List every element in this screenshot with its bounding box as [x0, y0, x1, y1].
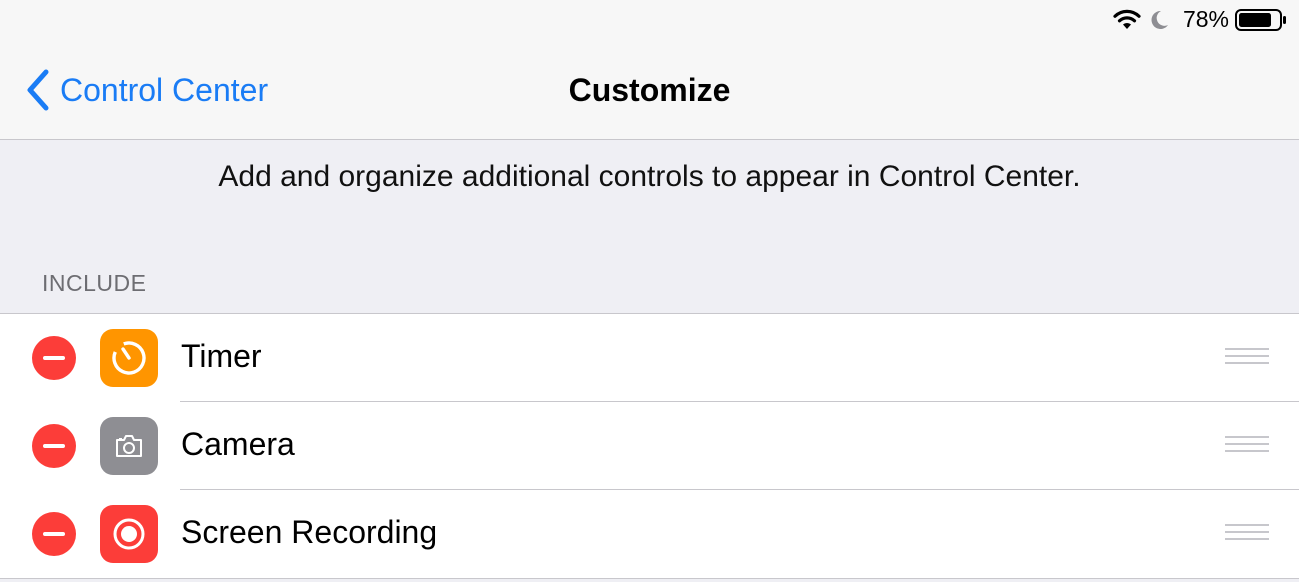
reorder-handle[interactable] — [1225, 436, 1269, 456]
battery-icon — [1235, 9, 1286, 31]
list-item-label: Timer — [181, 338, 262, 374]
moon-icon — [1151, 10, 1168, 29]
list-item-timer: Timer — [0, 314, 1299, 402]
page-title: Customize — [568, 72, 731, 108]
header: 78% Control Center Customize — [0, 0, 1299, 140]
list-item-label: Screen Recording — [181, 514, 438, 550]
navigation-bar: Control Center Customize — [0, 52, 1299, 130]
list-item-camera: Camera — [0, 402, 1299, 490]
section-header-include: INCLUDE — [42, 270, 147, 296]
reorder-handle[interactable] — [1225, 348, 1269, 368]
reorder-handle[interactable] — [1225, 524, 1269, 544]
remove-button[interactable] — [32, 424, 76, 468]
screen-recording-icon — [100, 505, 158, 563]
battery-percent: 78% — [1182, 6, 1229, 32]
status-bar: 78% — [899, 0, 1299, 40]
remove-button[interactable] — [32, 336, 76, 380]
list-item-screen-recording: Screen Recording — [0, 490, 1299, 578]
list-item-label: Camera — [181, 426, 295, 462]
timer-icon — [100, 329, 158, 387]
remove-button[interactable] — [32, 512, 76, 556]
camera-icon — [100, 417, 158, 475]
include-list: Timer Camera Screen Recording — [0, 313, 1299, 579]
wifi-icon — [1113, 9, 1141, 29]
description-text: Add and organize additional controls to … — [218, 160, 1081, 193]
screen: 78% Control Center Customize Add and org… — [0, 0, 1299, 582]
